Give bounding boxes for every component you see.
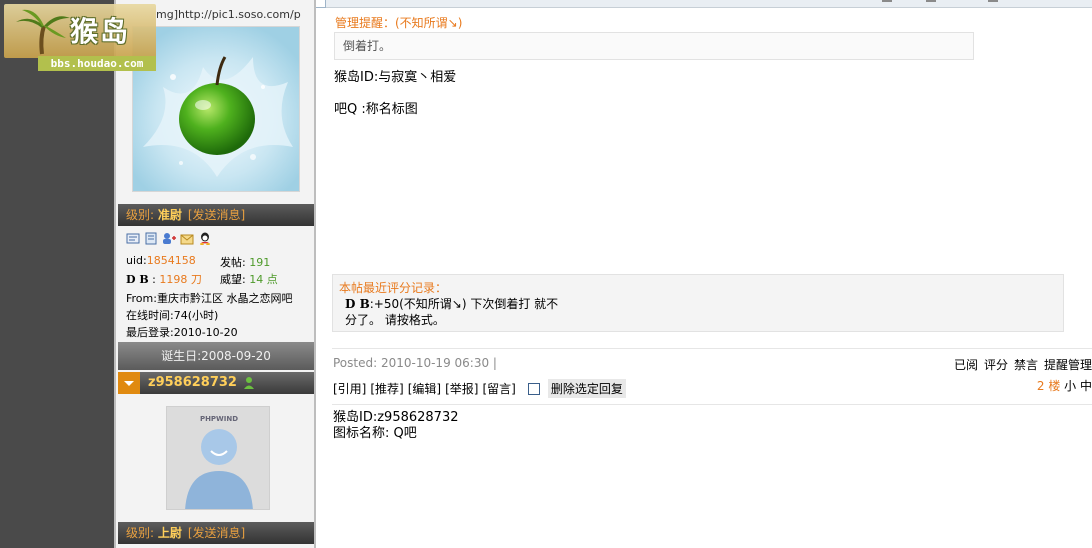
avatar-url-text: mg]http://pic1.soso.com/p [156, 8, 301, 21]
palm-tree-icon [16, 9, 70, 55]
prestige-value: 14 点 [249, 273, 278, 286]
user2-rank-bar: 级别: 上尉 [发送消息] [118, 522, 314, 544]
db-value: 1198 刀 [159, 273, 202, 286]
user1-icon-row [126, 232, 212, 248]
quote-link[interactable]: [引用] [333, 380, 366, 397]
recommend-link[interactable]: [推荐] [370, 380, 403, 397]
close-icon[interactable] [988, 0, 998, 2]
notepad-icon[interactable] [144, 232, 158, 245]
admin-link-remind[interactable]: 提醒管理 [1044, 358, 1092, 372]
send-message-link[interactable]: [发送消息] [188, 526, 245, 540]
uid-row: uid:1854158 [126, 254, 196, 267]
post-action-links: [引用] [推荐] [编辑] [举报] [留言] 删除选定回复 [333, 379, 626, 398]
user-column: mg]http://pic1.soso.com/p 级别: 准尉 [发送消息] … [114, 0, 316, 548]
rank-value: 准尉 [157, 208, 182, 222]
post1-line2: 吧Q :称名标图 [334, 102, 418, 117]
maximize-icon[interactable] [926, 0, 936, 2]
rank-prefix: 级别: [126, 208, 158, 222]
post-divider [332, 348, 1092, 349]
dropdown-arrow-icon[interactable] [118, 372, 140, 394]
select-reply-checkbox[interactable] [527, 382, 540, 395]
admin-links: 已阅 评分 禁言 提醒管理 [948, 356, 1092, 373]
from-text: From:重庆市黔江区 水晶之恋网吧 [126, 292, 293, 305]
uid-value: 1854158 [146, 254, 196, 267]
delete-selected-button[interactable]: 删除选定回复 [547, 379, 626, 398]
post1-line1: 猴岛ID:与寂寞丶相爱 [334, 70, 457, 85]
left-gutter [0, 0, 114, 548]
message-icon[interactable] [180, 232, 194, 245]
prestige-label: 威望: [220, 273, 246, 286]
db-row: D B : 1198 刀 [126, 273, 202, 286]
post2-line2: 图标名称: Q吧 [333, 426, 417, 441]
management-notice-label: 管理提醒：(不知所谓↘) [335, 16, 463, 30]
last-login-text: 最后登录:2010-10-20 [126, 326, 238, 339]
logo-url: bbs.houdao.com [38, 56, 156, 71]
rank-prefix: 级别: [126, 526, 158, 540]
rating-line1: D B:+50(不知所谓↘) 下次倒着打 就不 [345, 295, 558, 312]
rating-db-label: D B [345, 297, 370, 311]
birthday-bar: 诞生日:2008-09-20 [118, 342, 314, 370]
apple-image [133, 27, 299, 191]
admin-link-ban[interactable]: 禁言 [1014, 358, 1038, 372]
rating-line2: 分了。 请按格式。 [345, 313, 445, 327]
db-label: D B [126, 273, 149, 286]
post-content-area: 管理提醒：(不知所谓↘) 倒着打。 猴岛ID:与寂寞丶相爱 吧Q :称名标图 本… [318, 8, 1092, 548]
post-divider [332, 404, 1092, 405]
font-size-links[interactable]: 小 中 [1064, 379, 1092, 393]
site-logo[interactable]: 猴岛 bbs.houdao.com [4, 4, 156, 71]
management-notice-box: 倒着打。 [334, 32, 974, 60]
online-time-text: 在线时间:74(小时) [126, 309, 219, 322]
prestige-row: 威望: 14 点 [220, 271, 278, 287]
minimize-icon[interactable] [882, 0, 892, 2]
user2-avatar: PHPWIND [166, 406, 270, 510]
avatar-brand-text: PHPWIND [199, 415, 239, 423]
online-status-icon [243, 376, 255, 390]
user2-name[interactable]: z958628732 [148, 375, 237, 390]
posts-row: 发帖: 191 [220, 254, 270, 270]
posted-timestamp: Posted: 2010-10-19 06:30 | [333, 356, 497, 370]
posts-value: 191 [249, 256, 271, 269]
send-message-link[interactable]: [发送消息] [188, 208, 245, 222]
floor-number: 2 楼 [1036, 379, 1061, 393]
posts-label: 发帖: [220, 256, 246, 269]
rank-value: 上尉 [157, 526, 182, 540]
profile-icon[interactable] [126, 232, 140, 245]
floor-indicator: 2 楼 小 中 [1037, 377, 1092, 394]
rating-record-box: 本帖最近评分记录： D B:+50(不知所谓↘) 下次倒着打 就不 分了。 请按… [332, 274, 1064, 332]
user-avatar-apple [132, 26, 300, 192]
qq-icon[interactable] [198, 232, 212, 245]
add-friend-icon[interactable] [162, 232, 176, 245]
uid-label: uid: [126, 254, 147, 267]
rating-line1-text: :+50(不知所谓↘) 下次倒着打 就不 [369, 297, 559, 311]
rating-title: 本帖最近评分记录： [339, 281, 448, 295]
admin-link-read[interactable]: 已阅 [954, 358, 978, 372]
comment-link[interactable]: [留言] [483, 380, 516, 397]
report-link[interactable]: [举报] [445, 380, 478, 397]
forum-page: mg]http://pic1.soso.com/p 级别: 准尉 [发送消息] … [0, 0, 1092, 548]
edit-link[interactable]: [编辑] [408, 380, 441, 397]
user1-rank-bar: 级别: 准尉 [发送消息] [118, 204, 314, 226]
admin-link-rate[interactable]: 评分 [984, 358, 1008, 372]
user2-name-bar: z958628732 [118, 372, 314, 394]
logo-title: 猴岛 [70, 15, 131, 48]
